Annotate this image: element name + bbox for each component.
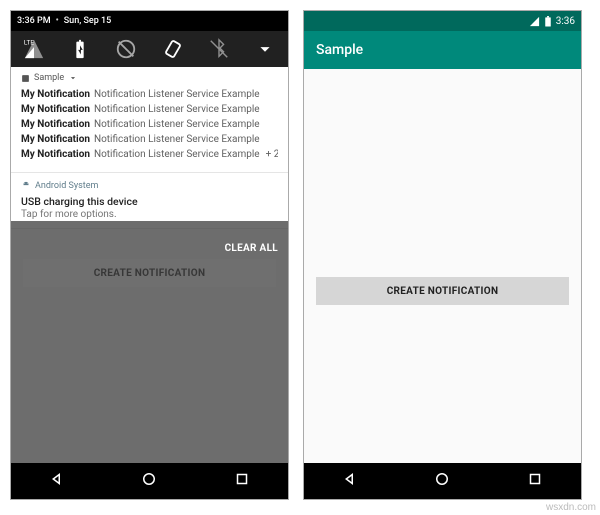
- app-bar-title: Sample: [316, 42, 363, 58]
- watermark: wsxdn.com: [546, 502, 596, 513]
- notification-title: My Notification: [21, 104, 90, 115]
- status-date: Sun, Sep 15: [64, 16, 112, 26]
- battery-charging-icon[interactable]: [69, 38, 91, 60]
- notification-row[interactable]: My Notification Notification Listener Se…: [21, 102, 278, 117]
- system-notification-header: Android System: [21, 181, 278, 191]
- notification-title: My Notification: [21, 149, 90, 160]
- notification-row[interactable]: My Notification Notification Listener Se…: [21, 87, 278, 102]
- notification-row[interactable]: My Notification Notification Listener Se…: [21, 132, 278, 147]
- notification-group[interactable]: Sample My Notification Notification List…: [11, 67, 288, 173]
- recents-button[interactable]: [526, 470, 544, 492]
- chevron-down-icon[interactable]: [68, 73, 78, 83]
- svg-text:LTE: LTE: [24, 38, 34, 46]
- navigation-bar: [11, 463, 288, 499]
- quick-settings-row: LTE: [11, 31, 288, 67]
- phone-right-app: 3:36 Sample CREATE NOTIFICATION: [303, 10, 582, 500]
- recents-button[interactable]: [233, 470, 251, 492]
- app-icon: [21, 74, 30, 83]
- status-time: 3:36: [556, 16, 575, 27]
- notification-app-name: Sample: [34, 73, 64, 83]
- system-notification-subtitle: Tap for more options.: [21, 209, 278, 220]
- status-bar: 3:36 PM • Sun, Sep 15: [11, 11, 288, 31]
- notification-body: Notification Listener Service Example: [94, 89, 260, 100]
- auto-rotate-icon[interactable]: [162, 38, 184, 60]
- back-button[interactable]: [341, 470, 359, 492]
- app-bar: Sample: [304, 31, 581, 69]
- notification-body: Notification Listener Service Example: [94, 134, 260, 145]
- notification-body: Notification Listener Service Example: [94, 104, 260, 115]
- notification-title: My Notification: [21, 134, 90, 145]
- clear-all-button[interactable]: CLEAR ALL: [225, 243, 278, 254]
- create-notification-button[interactable]: CREATE NOTIFICATION: [23, 259, 276, 287]
- notification-title: My Notification: [21, 89, 90, 100]
- status-time: 3:36 PM: [17, 16, 51, 26]
- notification-row[interactable]: My Notification Notification Listener Se…: [21, 117, 278, 132]
- navigation-bar: [304, 463, 581, 499]
- back-button[interactable]: [48, 470, 66, 492]
- data-saver-icon[interactable]: [115, 38, 137, 60]
- battery-icon: [544, 16, 552, 27]
- system-notification-label: Android System: [35, 181, 98, 191]
- home-button[interactable]: [433, 470, 451, 492]
- create-notification-button[interactable]: CREATE NOTIFICATION: [316, 277, 569, 305]
- phone-left-shade: 3:36 PM • Sun, Sep 15 LTE Sample My: [10, 10, 289, 500]
- status-separator: •: [56, 16, 59, 26]
- notification-title: My Notification: [21, 119, 90, 130]
- notification-row[interactable]: My Notification Notification Listener Se…: [21, 147, 278, 162]
- system-notification-title: USB charging this device: [21, 195, 278, 208]
- notification-body: Notification Listener Service Example: [94, 149, 260, 160]
- notification-body: Notification Listener Service Example: [94, 119, 260, 130]
- notification-overflow-count: + 2: [260, 149, 278, 160]
- signal-icon: [529, 16, 540, 27]
- expand-quick-settings-icon[interactable]: [254, 38, 276, 60]
- bluetooth-off-icon[interactable]: [208, 38, 230, 60]
- android-icon: [21, 181, 31, 191]
- status-bar: 3:36: [304, 11, 581, 31]
- lte-signal-icon[interactable]: LTE: [23, 38, 45, 60]
- home-button[interactable]: [140, 470, 158, 492]
- notification-scrim[interactable]: [11, 221, 288, 463]
- app-content: CREATE NOTIFICATION: [304, 69, 581, 463]
- notification-group-header[interactable]: Sample: [21, 73, 278, 83]
